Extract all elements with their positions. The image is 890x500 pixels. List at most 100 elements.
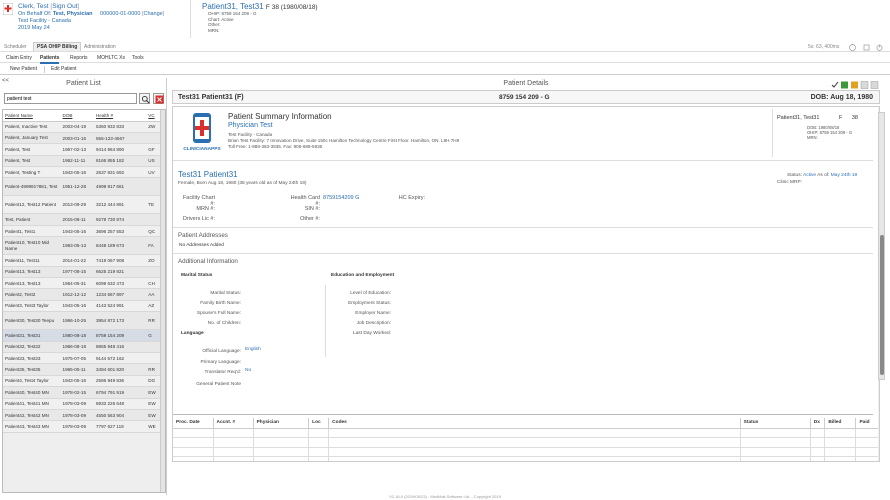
- health-number-cell: 9144 572 162: [93, 352, 147, 365]
- app-header: Clerk, Test [Sign Out] On Behalf Of: Tes…: [0, 0, 890, 40]
- subtab-patients[interactable]: Patients: [40, 55, 60, 64]
- no-addresses-text: No Addresses Added: [179, 243, 224, 248]
- patient-name-cell: Patient35, Test35: [3, 363, 61, 376]
- subtab-tools[interactable]: Tools: [132, 55, 144, 61]
- tab-psa-ohip-billing[interactable]: PSA OHIP Billing: [33, 42, 82, 51]
- patient-row[interactable]: Patient-499991?881, Test 1951-12-28 4999 9…: [3, 177, 163, 197]
- patient-row[interactable]: Patient, Test 1967-02-13 9414 964 890 GF: [3, 143, 163, 156]
- col-dob[interactable]: DOB: [60, 110, 94, 122]
- settings-icon[interactable]: [863, 44, 870, 53]
- on-behalf-label: On Behalf Of:: [18, 11, 52, 17]
- patient-name-cell: Patient4, Test4 Taylor: [3, 375, 61, 388]
- claims-col-codes[interactable]: Codes: [328, 418, 741, 429]
- patient-row[interactable]: Patient42, Test42 MN 1978-03-09 4550 563 9…: [3, 409, 163, 422]
- subtab-claim-entry[interactable]: Claim Entry: [6, 55, 32, 61]
- claims-cell: [213, 456, 254, 461]
- claims-cell: [855, 447, 879, 458]
- current-date: 2019 May 24: [18, 25, 50, 31]
- dob-cell: 1977-08-15: [60, 266, 94, 279]
- patient-row[interactable]: Patient13, Test13 1977-08-15 6625 219 921: [3, 266, 163, 279]
- dob-cell: 1978-02-15: [60, 386, 94, 399]
- clear-search-button[interactable]: [153, 93, 164, 104]
- footer: V2.16.0 (2019/05/23) - MedMail Software …: [389, 494, 501, 499]
- dob-cell: 1951-12-28: [60, 177, 94, 197]
- search-button[interactable]: [139, 93, 150, 104]
- tab-administration[interactable]: Administration: [84, 44, 116, 50]
- patient-row[interactable]: Patient, January Test 2003-01-16 555-123-4…: [3, 132, 163, 145]
- addresses-heading: Patient Addresses: [178, 232, 228, 239]
- power-icon[interactable]: [876, 44, 883, 53]
- new-patient-button[interactable]: New Patient: [10, 66, 37, 72]
- claims-cell: [173, 456, 214, 461]
- claims-col-accnt[interactable]: Accnt. #: [213, 418, 254, 429]
- patient-row[interactable]: Patient, Inactive Test 2003-04-19 5360 932…: [3, 121, 163, 133]
- summary-phone: Toll Free: 1-888-363-3835. Fax: 905-689-…: [228, 144, 323, 149]
- patient-row[interactable]: Patient, Test 1962-11-11 8166 855 182 US: [3, 155, 163, 168]
- as-of-label: As of:: [817, 173, 830, 178]
- claims-col-dx[interactable]: Dx: [810, 418, 826, 429]
- edit-patient-button[interactable]: Edit Patient: [51, 66, 77, 72]
- patient-name-cell: Patient12, Test12 Patient: [3, 195, 61, 215]
- claims-cell: [855, 437, 879, 448]
- health-number-cell: 5360 932 833: [93, 121, 147, 133]
- claims-col-proc-date[interactable]: Proc. Date: [173, 418, 214, 429]
- patient-row[interactable]: Patient12, Test12 Patient 2013-09-29 3212 …: [3, 195, 163, 215]
- claims-col-billed[interactable]: Billed: [824, 418, 857, 429]
- patient-row[interactable]: Patient32, Test32 1966-08-18 8865 948 416: [3, 341, 163, 353]
- health-number-cell: 3954 872 173: [93, 311, 147, 331]
- dob-cell: 1962-11-11: [60, 155, 94, 168]
- patient-row[interactable]: Patient10, Test10 Mid Name 1983-05-13 8448…: [3, 236, 163, 256]
- health-number-cell: 9278 730 974: [93, 213, 147, 226]
- help-icon[interactable]: [849, 44, 856, 53]
- marital-status-heading: Marital Status: [181, 273, 213, 278]
- claims-cell: [308, 456, 330, 461]
- details-scrollbar[interactable]: [878, 112, 885, 380]
- col-patient-name[interactable]: Patient Name: [3, 110, 61, 122]
- patient-row[interactable]: Patient11, Test11 2014-01-22 7419 067 908 Z…: [3, 254, 163, 267]
- claims-cell: [810, 437, 826, 448]
- patient-row[interactable]: Patient35, Test35 1965-05-11 3494 601 820 R…: [3, 363, 163, 376]
- card-sex: F: [838, 115, 843, 121]
- claims-cell: [173, 437, 214, 448]
- patient-name-cell: Patient43, Test43 MN: [3, 420, 61, 433]
- patient-row[interactable]: Patient40, Test40 MN 1978-02-15 6794 791 9…: [3, 386, 163, 399]
- sign-out-link[interactable]: Sign Out: [52, 3, 77, 10]
- patient-name-cell: Patient11, Test11: [3, 254, 61, 267]
- dob-cell: 1964-05-31: [60, 277, 94, 290]
- patient-search-input[interactable]: [4, 93, 137, 104]
- patient-row[interactable]: Patient1, Test1 1943-05-16 3696 257 553 QC: [3, 225, 163, 238]
- patient-row[interactable]: Patient4, Test4 Taylor 1943-05-16 2586 949…: [3, 375, 163, 388]
- patient-row[interactable]: Patient2, Test2 1912-12-12 1234 567 897 AA: [3, 288, 163, 301]
- patient-row[interactable]: Patient31, Test31 1980-08-18 8759 154 209 G: [3, 329, 163, 342]
- claims-table: Proc. Date Accnt. # Physician Loc Codes Statu…: [173, 418, 879, 461]
- claims-cell: [308, 428, 330, 439]
- col-health-number[interactable]: Health #: [93, 110, 147, 122]
- claims-col-loc[interactable]: Loc: [308, 418, 330, 429]
- scrollbar-thumb[interactable]: [880, 235, 884, 375]
- patient-name-cell: Patient41, Test41 MN: [3, 398, 61, 410]
- patient-row[interactable]: Patient43, Test43 MN 1978-03-09 7797 627 1…: [3, 420, 163, 433]
- patient-row[interactable]: Patient, Testing T 1943-05-16 2637 831 692…: [3, 166, 163, 179]
- summary-physician: Physician Test: [228, 122, 273, 129]
- change-physician-link[interactable]: Change: [143, 11, 162, 17]
- summary-title: Patient Summary Information: [228, 112, 332, 121]
- dob-cell: 1983-05-13: [60, 236, 94, 256]
- patient-name-cell: Patient, Inactive Test: [3, 121, 61, 133]
- tab-scheduler[interactable]: Scheduler: [4, 44, 27, 50]
- header-patient-name[interactable]: Patient31, Test31: [202, 2, 264, 11]
- job-description-label: Job Description:: [356, 321, 391, 326]
- patient-row[interactable]: Patient30, Test30 Teepu 1966-10-25 3954 87…: [3, 311, 163, 331]
- claims-col-paid[interactable]: Paid: [855, 418, 879, 429]
- patient-list-scrollbar[interactable]: [160, 110, 165, 492]
- patient-row[interactable]: Patient33, Test33 1975-07-05 9144 572 162: [3, 352, 163, 365]
- patient-table: Patient Name DOB Health # VC Patient, In…: [3, 110, 163, 433]
- patient-row[interactable]: Test, Patient 2015-08-11 9278 730 974: [3, 213, 163, 226]
- claims-col-physician[interactable]: Physician: [253, 418, 310, 429]
- claims-col-status[interactable]: Status: [740, 418, 811, 429]
- patient-row[interactable]: Patient3, Test3 Taylor 1943-05-16 4143 524…: [3, 300, 163, 313]
- subtab-mohltc-xs[interactable]: MOHLTC Xs: [97, 55, 125, 61]
- subtab-reports[interactable]: Reports: [70, 55, 88, 61]
- patient-row[interactable]: Patient41, Test41 MN 1978-03-09 8933 226 6…: [3, 398, 163, 410]
- patient-name-cell: Patient1, Test1: [3, 225, 61, 238]
- patient-row[interactable]: Patient13, Test13 1964-05-31 6099 632 473 C…: [3, 277, 163, 290]
